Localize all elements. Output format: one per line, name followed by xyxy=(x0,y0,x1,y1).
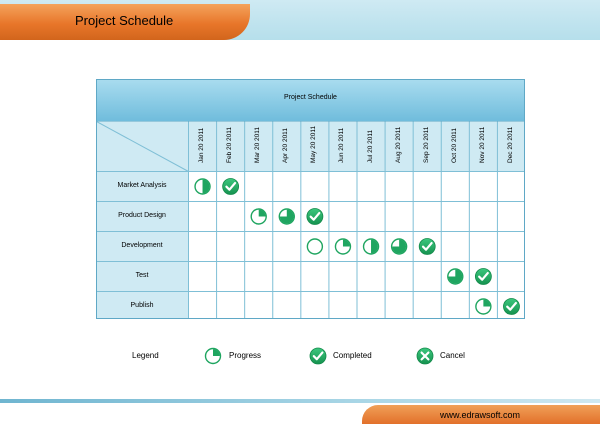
month-label: Aug 20 2011 xyxy=(394,126,402,163)
month-label: Jul 20 2011 xyxy=(366,129,374,163)
footer-line xyxy=(0,399,600,403)
task-label: Product Design xyxy=(118,212,166,219)
completed-icon xyxy=(306,208,324,225)
completed-icon xyxy=(418,238,436,255)
progress-icon xyxy=(390,238,408,255)
month-label: Jun 20 2011 xyxy=(338,127,346,163)
month-label: May 20 2011 xyxy=(310,125,318,163)
month-label: Oct 20 2011 xyxy=(450,128,458,163)
month-label: Feb 20 2011 xyxy=(226,126,234,163)
month-label: Apr 20 2011 xyxy=(282,128,290,163)
progress-icon xyxy=(278,208,295,225)
month-label: Mar 20 2011 xyxy=(254,126,262,163)
progress-icon xyxy=(475,298,492,315)
task-label: Development xyxy=(121,242,163,249)
page-title: Project Schedule xyxy=(75,13,174,28)
progress-icon xyxy=(306,238,324,255)
completed-icon xyxy=(309,347,327,365)
task-label: Test xyxy=(135,272,149,279)
task-label: Publish xyxy=(130,302,154,309)
legend-title: Legend xyxy=(132,351,159,360)
progress-icon xyxy=(250,208,267,225)
month-label: Jan 20 2011 xyxy=(198,127,206,163)
completed-icon xyxy=(222,178,240,195)
progress-icon xyxy=(204,347,222,365)
progress-icon xyxy=(334,238,352,255)
footer-url: www.edrawsoft.com xyxy=(440,410,521,420)
month-label: Sep 20 2011 xyxy=(422,126,430,163)
progress-icon xyxy=(362,238,380,255)
legend-cancel-label: Cancel xyxy=(440,351,465,360)
legend-completed-label: Completed xyxy=(333,351,372,360)
progress-icon xyxy=(194,178,211,195)
schedule-table: Project Schedule Jan 20 2011 Feb 20 2011 M… xyxy=(96,79,525,319)
task-label: Market Analysis xyxy=(117,182,167,189)
month-label: Nov 20 2011 xyxy=(478,126,486,163)
completed-icon xyxy=(474,268,492,285)
cancel-icon xyxy=(416,347,434,365)
table-title: Project Schedule xyxy=(284,94,337,101)
progress-icon xyxy=(447,268,464,285)
month-label: Dec 20 2011 xyxy=(506,126,514,163)
completed-icon xyxy=(503,298,520,315)
legend-progress-label: Progress xyxy=(229,351,262,360)
